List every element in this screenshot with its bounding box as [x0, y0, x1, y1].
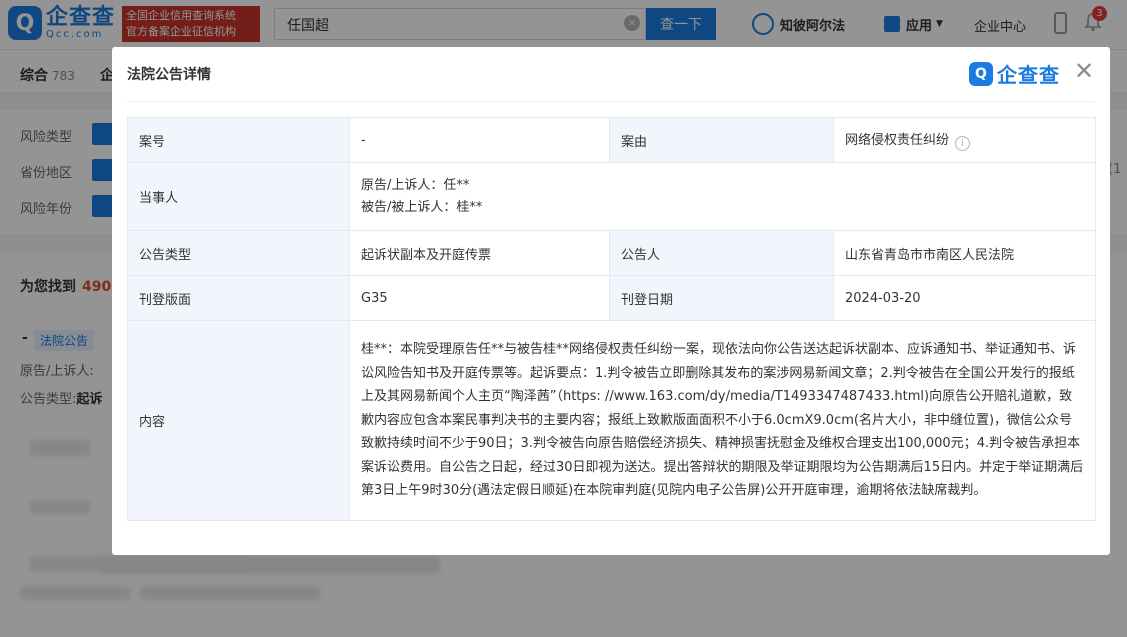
close-icon[interactable]: ✕	[1072, 59, 1096, 84]
court-notice-dialog: 法院公告详情 Q 企查查 ✕ 案号 - 案由 网络侵权责任纠纷 i 当事人 原告/…	[112, 47, 1110, 555]
table-row: 内容 桂**：本院受理原告任**与被告桂**网络侵权责任纠纷一案，现依法向你公告…	[127, 320, 1096, 521]
notice-type-label: 公告类型	[127, 230, 350, 276]
party-plaintiff: 原告/上诉人：任**	[361, 177, 470, 193]
party-cell: 原告/上诉人：任** 被告/被上诉人：桂**	[349, 162, 1096, 231]
announcer-label: 公告人	[609, 230, 834, 276]
dialog-logo: Q 企查查	[969, 59, 1060, 88]
table-row: 当事人 原告/上诉人：任** 被告/被上诉人：桂**	[127, 162, 1096, 231]
logo-badge-icon: Q	[969, 61, 993, 86]
party-defendant: 被告/被上诉人：桂**	[361, 199, 483, 215]
publish-page-label: 刊登版面	[127, 275, 350, 321]
announcer-value: 山东省青岛市市南区人民法院	[833, 230, 1096, 276]
case-cause-value: 网络侵权责任纠纷	[845, 133, 950, 148]
table-row: 刊登版面 G35 刊登日期 2024-03-20	[127, 275, 1096, 321]
case-number-label: 案号	[127, 117, 350, 163]
table-row: 公告类型 起诉状副本及开庭传票 公告人 山东省青岛市市南区人民法院	[127, 230, 1096, 276]
content-cell: 桂**：本院受理原告任**与被告桂**网络侵权责任纠纷一案，现依法向你公告送达起…	[349, 320, 1096, 521]
info-icon[interactable]: i	[955, 136, 971, 151]
case-cause-cell: 网络侵权责任纠纷 i	[833, 117, 1096, 163]
publish-page-value: G35	[349, 275, 610, 321]
dialog-title: 法院公告详情	[127, 67, 211, 83]
publish-date-value: 2024-03-20	[833, 275, 1096, 321]
content-label: 内容	[127, 320, 350, 521]
case-cause-label: 案由	[609, 117, 834, 163]
case-number-value: -	[349, 117, 610, 163]
table-row: 案号 - 案由 网络侵权责任纠纷 i	[127, 117, 1096, 163]
party-label: 当事人	[127, 162, 350, 231]
content-text: 桂**：本院受理原告任**与被告桂**网络侵权责任纠纷一案，现依法向你公告送达起…	[361, 342, 1084, 499]
publish-date-label: 刊登日期	[609, 275, 834, 321]
notice-type-value: 起诉状副本及开庭传票	[349, 230, 610, 276]
dialog-divider	[127, 101, 1095, 102]
notice-detail-table: 案号 - 案由 网络侵权责任纠纷 i 当事人 原告/上诉人：任** 被告/被上诉人…	[127, 117, 1096, 521]
